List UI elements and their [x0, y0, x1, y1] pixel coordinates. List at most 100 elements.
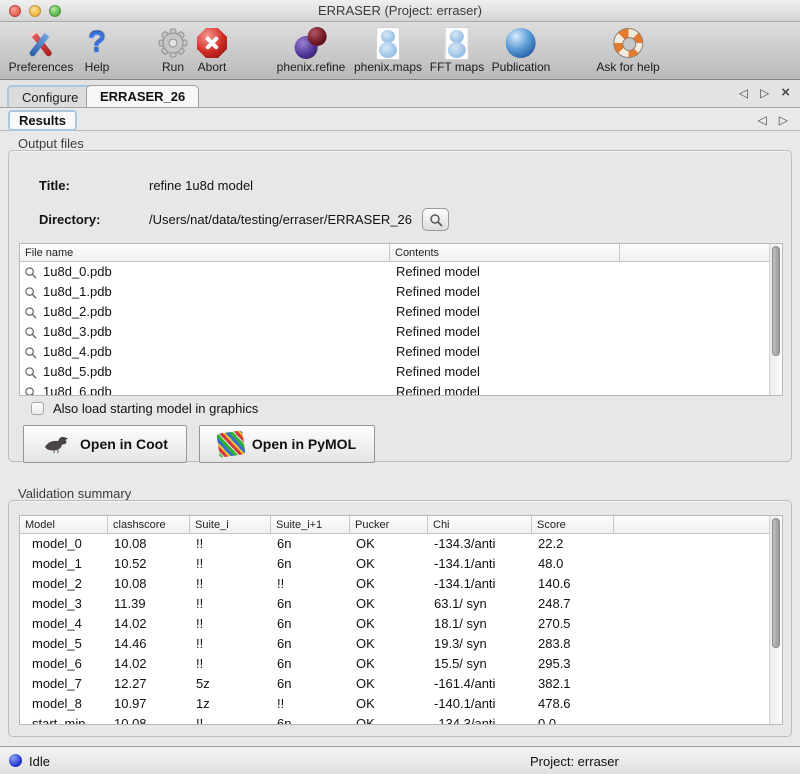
tool-label: Publication — [492, 60, 551, 74]
column-header-clashscore[interactable]: clashscore — [108, 516, 190, 533]
next-tab-icon[interactable]: ▷ — [760, 86, 769, 100]
publication-button[interactable]: Publication — [492, 25, 551, 74]
directory-row: Directory: /Users/nat/data/testing/erras… — [39, 208, 449, 231]
fft-maps-button[interactable]: FFT maps — [430, 25, 484, 74]
score-cell: 270.5 — [532, 614, 614, 634]
tab-results[interactable]: Results — [8, 110, 77, 131]
chi-cell: -134.1/anti — [428, 554, 532, 574]
suite-i1-cell: 6n — [271, 634, 350, 654]
column-header-contents[interactable]: Contents — [390, 244, 620, 261]
magnifier-icon — [24, 326, 37, 339]
phenix-maps-button[interactable]: phenix.maps — [354, 25, 422, 74]
tab-configure[interactable]: Configure — [7, 85, 93, 107]
table-row[interactable]: model_6 14.02 !! 6n OK 15.5/ syn 295.3 — [20, 654, 782, 674]
table-row[interactable]: model_7 12.27 5z 6n OK -161.4/anti 382.1 — [20, 674, 782, 694]
scrollbar-thumb[interactable] — [772, 518, 780, 648]
table-row[interactable]: 1u8d_2.pdb Refined model — [20, 302, 782, 322]
open-in-coot-button[interactable]: Open in Coot — [23, 425, 187, 463]
table-row[interactable]: model_5 14.46 !! 6n OK 19.3/ syn 283.8 — [20, 634, 782, 654]
preferences-button[interactable]: Preferences — [9, 25, 74, 74]
model-cell: model_8 — [20, 694, 108, 714]
checkbox[interactable] — [31, 402, 44, 415]
table-row[interactable]: model_0 10.08 !! 6n OK -134.3/anti 22.2 — [20, 534, 782, 554]
tool-label: phenix.maps — [354, 60, 422, 74]
suite-i-cell: !! — [190, 714, 271, 725]
validation-groupbox: Model clashscore Suite_i Suite_i+1 Pucke… — [8, 500, 792, 737]
clashscore-cell: 10.97 — [108, 694, 190, 714]
column-header-model[interactable]: Model — [20, 516, 108, 533]
model-cell: model_0 — [20, 534, 108, 554]
column-header-file-name[interactable]: File name — [20, 244, 390, 261]
next-subtab-icon[interactable]: ▷ — [779, 113, 788, 127]
window-title: ERRASER (Project: erraser) — [0, 3, 800, 18]
help-button[interactable]: ? Help — [85, 25, 110, 74]
close-tab-icon[interactable]: × — [781, 87, 790, 99]
tab-label: ERRASER_26 — [100, 89, 185, 104]
files-scrollbar[interactable] — [769, 244, 782, 395]
model-cell: model_7 — [20, 674, 108, 694]
status-text: Idle — [29, 754, 50, 769]
table-row[interactable]: model_1 10.52 !! 6n OK -134.1/anti 48.0 — [20, 554, 782, 574]
prev-tab-icon[interactable]: ◁ — [739, 86, 748, 100]
chi-cell: -134.3/anti — [428, 714, 532, 725]
phenix-refine-button[interactable]: phenix.refine — [277, 25, 346, 74]
phenix-refine-spheres-icon — [277, 25, 346, 61]
suite-i1-cell: 6n — [271, 594, 350, 614]
file-name: 1u8d_4.pdb — [43, 342, 112, 362]
help-question-icon: ? — [85, 25, 110, 61]
pucker-cell: OK — [350, 634, 428, 654]
column-header-pucker[interactable]: Pucker — [350, 516, 428, 533]
pucker-cell: OK — [350, 574, 428, 594]
abort-button[interactable]: Abort — [197, 25, 227, 74]
button-label: Open in PyMOL — [252, 436, 356, 452]
run-gear-icon — [157, 25, 189, 61]
title-bar[interactable]: ERRASER (Project: erraser) — [0, 0, 800, 22]
table-row[interactable]: 1u8d_1.pdb Refined model — [20, 282, 782, 302]
suite-i-cell: !! — [190, 534, 271, 554]
load-starting-model-option[interactable]: Also load starting model in graphics — [31, 401, 258, 416]
table-row[interactable]: model_8 10.97 1z !! OK -140.1/anti 478.6 — [20, 694, 782, 714]
chi-cell: -134.1/anti — [428, 574, 532, 594]
validation-table: Model clashscore Suite_i Suite_i+1 Pucke… — [19, 515, 783, 725]
model-cell: model_5 — [20, 634, 108, 654]
chi-cell: 15.5/ syn — [428, 654, 532, 674]
file-name: 1u8d_1.pdb — [43, 282, 112, 302]
column-header-suite-i1[interactable]: Suite_i+1 — [271, 516, 350, 533]
tab-nav: ◁ ▷ × — [739, 86, 790, 100]
table-row[interactable]: 1u8d_4.pdb Refined model — [20, 342, 782, 362]
tool-label: FFT maps — [430, 60, 484, 74]
run-button[interactable]: Run — [157, 25, 189, 74]
column-header-chi[interactable]: Chi — [428, 516, 532, 533]
score-cell: 140.6 — [532, 574, 614, 594]
publication-globe-icon — [492, 25, 551, 61]
file-name: 1u8d_0.pdb — [43, 262, 112, 282]
suite-i1-cell: !! — [271, 694, 350, 714]
tab-erraser-26[interactable]: ERRASER_26 — [86, 85, 199, 107]
table-row[interactable]: model_3 11.39 !! 6n OK 63.1/ syn 248.7 — [20, 594, 782, 614]
prev-subtab-icon[interactable]: ◁ — [758, 113, 767, 127]
table-row[interactable]: 1u8d_3.pdb Refined model — [20, 322, 782, 342]
column-header-suite-i[interactable]: Suite_i — [190, 516, 271, 533]
model-cell: model_4 — [20, 614, 108, 634]
browse-directory-button[interactable] — [422, 208, 449, 231]
table-row[interactable]: model_2 10.08 !! !! OK -134.1/anti 140.6 — [20, 574, 782, 594]
column-header-score[interactable]: Score — [532, 516, 614, 533]
table-row[interactable]: 1u8d_0.pdb Refined model — [20, 262, 782, 282]
checkbox-label: Also load starting model in graphics — [53, 401, 258, 416]
scrollbar-thumb[interactable] — [772, 246, 780, 356]
clashscore-cell: 14.02 — [108, 614, 190, 634]
pucker-cell: OK — [350, 674, 428, 694]
table-row[interactable]: 1u8d_6.pdb Refined model — [20, 382, 782, 396]
file-contents: Refined model — [390, 382, 620, 396]
suite-i1-cell: 6n — [271, 614, 350, 634]
table-row[interactable]: start_min 10.08 !! 6n OK -134.3/anti 0.0 — [20, 714, 782, 725]
pucker-cell: OK — [350, 614, 428, 634]
table-header: File name Contents — [20, 244, 782, 262]
table-row[interactable]: model_4 14.02 !! 6n OK 18.1/ syn 270.5 — [20, 614, 782, 634]
open-in-pymol-button[interactable]: Open in PyMOL — [199, 425, 375, 463]
table-row[interactable]: 1u8d_5.pdb Refined model — [20, 362, 782, 382]
ask-for-help-button[interactable]: Ask for help — [596, 25, 659, 74]
suite-i-cell: !! — [190, 654, 271, 674]
model-cell: model_6 — [20, 654, 108, 674]
validation-scrollbar[interactable] — [769, 516, 782, 724]
